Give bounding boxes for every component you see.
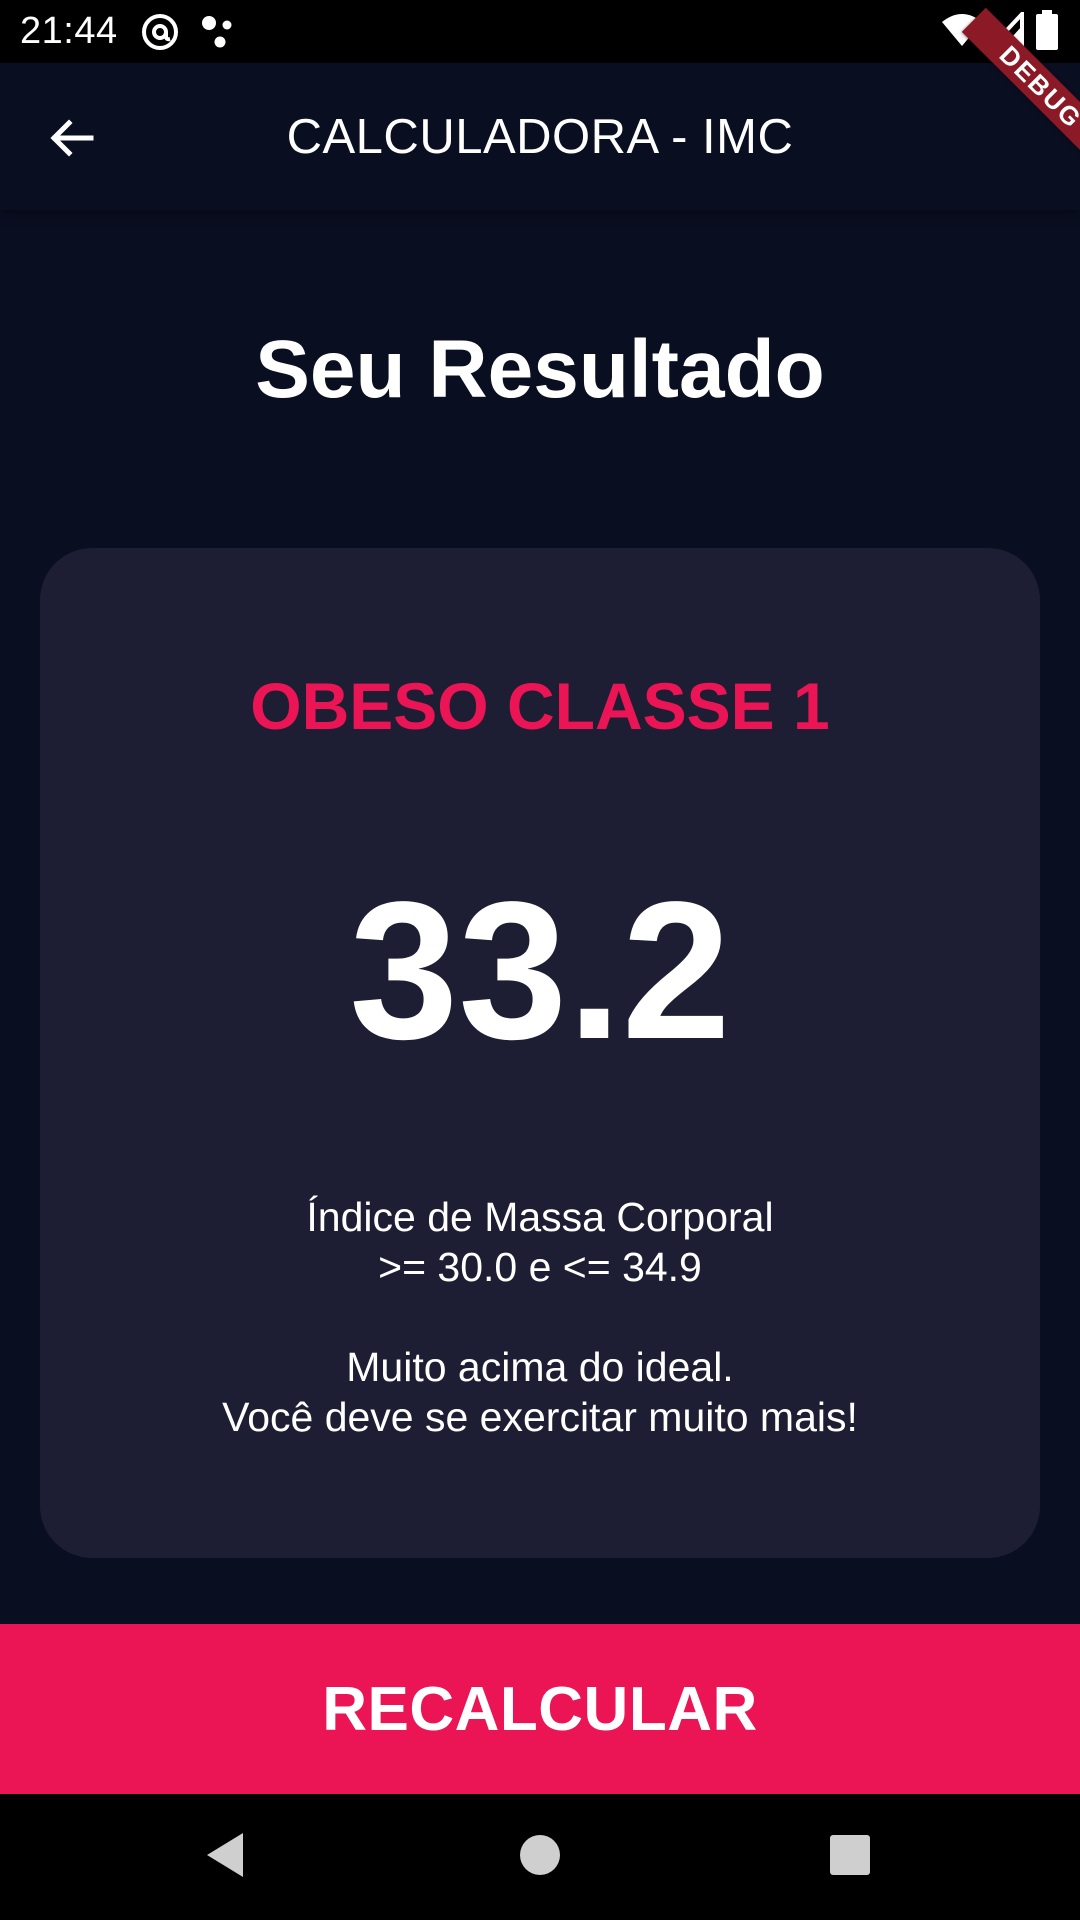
at-sign-icon (140, 12, 180, 57)
advice-line-2: Você deve se exercitar muito mais! (222, 1394, 858, 1440)
range-value: >= 30.0 e <= 34.9 (378, 1244, 702, 1290)
nav-home-button[interactable] (505, 1822, 575, 1892)
result-category: OBESO CLASSE 1 (250, 669, 830, 743)
status-time: 21:44 (20, 10, 118, 52)
nav-back-button[interactable] (190, 1822, 260, 1892)
recents-square-icon (830, 1834, 870, 1880)
advice-line-1: Muito acima do ideal. (346, 1344, 734, 1390)
app-bar: CALCULADORA - IMC (0, 63, 1080, 210)
battery-icon (1036, 10, 1058, 55)
home-circle-icon (519, 1834, 561, 1881)
range-label: Índice de Massa Corporal (306, 1194, 774, 1240)
nav-recents-button[interactable] (815, 1822, 885, 1892)
app-screen: 21:44 CALCULADORA - IMC DEBUG Seu Result… (0, 0, 1080, 1920)
recalculate-button[interactable]: RECALCULAR (0, 1624, 1080, 1794)
recalculate-button-label: RECALCULAR (322, 1674, 758, 1744)
page-title: Seu Resultado (255, 324, 825, 415)
bmi-value: 33.2 (349, 861, 731, 1080)
status-bar: 21:44 (0, 0, 1080, 63)
dots-icon (200, 14, 240, 55)
result-card: OBESO CLASSE 1 33.2 Índice de Massa Corp… (40, 548, 1040, 1558)
system-nav-bar (0, 1794, 1080, 1920)
back-triangle-icon (203, 1831, 247, 1884)
app-title: CALCULADORA - IMC (286, 110, 794, 164)
